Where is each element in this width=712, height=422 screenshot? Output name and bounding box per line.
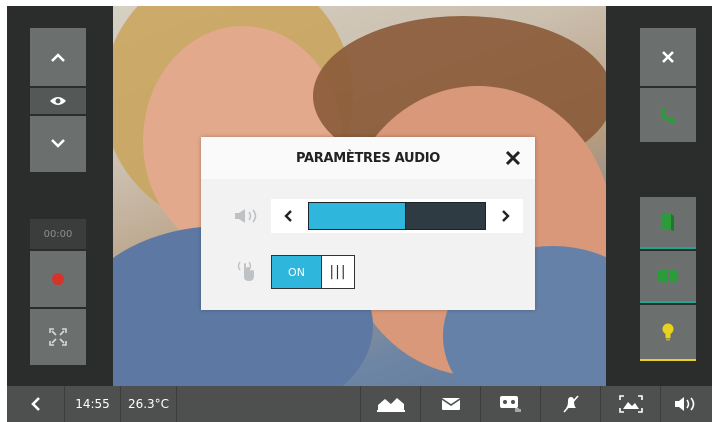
chevron-left-icon — [284, 210, 292, 222]
bottom-bar-spacer — [177, 386, 361, 422]
toggle-handle-grip: ||| — [329, 264, 347, 280]
light-button[interactable] — [640, 305, 696, 361]
record-timer: 00:00 — [30, 219, 86, 249]
camera-down-button[interactable] — [30, 116, 86, 172]
audio-settings-button[interactable] — [661, 386, 711, 422]
toggle-on-label: ON — [288, 265, 305, 279]
gallery-icon — [618, 395, 643, 413]
screen: 00:00 PARAMÈTRES AUDIO ON ||| — [7, 6, 712, 386]
volume-down-button[interactable] — [271, 199, 305, 233]
close-icon[interactable] — [503, 148, 523, 168]
audio-settings-dialog: PARAMÈTRES AUDIO ON ||| — [201, 137, 535, 310]
door-open-button[interactable] — [640, 197, 696, 249]
bottom-bar: 14:55 26.3°C — [7, 386, 712, 422]
camera-up-button[interactable] — [30, 28, 86, 86]
gate-icon — [658, 269, 678, 283]
toggle-on-segment: ON — [272, 256, 322, 288]
answer-call-button[interactable] — [640, 88, 696, 142]
volume-fill — [309, 203, 406, 229]
gate-open-button[interactable] — [640, 251, 696, 303]
key-sound-toggle[interactable]: ON ||| — [271, 255, 355, 289]
speaker-icon — [235, 209, 257, 223]
close-icon — [662, 51, 674, 63]
mute-bell-button[interactable] — [541, 386, 601, 422]
lightbulb-icon — [662, 323, 674, 341]
door-icon — [662, 214, 674, 231]
temperature: 26.3°C — [121, 386, 177, 422]
envelope-icon — [441, 398, 460, 410]
bell-off-icon — [562, 395, 579, 413]
speaker-icon — [675, 397, 695, 411]
voicemail-button[interactable] — [481, 386, 541, 422]
fullscreen-icon — [49, 328, 67, 346]
time-label: 14:55 — [75, 397, 110, 411]
gallery-button[interactable] — [601, 386, 661, 422]
volume-track — [308, 202, 486, 230]
record-dot-icon — [52, 273, 64, 285]
volume-slider[interactable] — [305, 199, 489, 233]
close-call-button[interactable] — [640, 28, 696, 86]
timer-label: 00:00 — [43, 228, 73, 240]
chevron-right-icon — [502, 210, 510, 222]
dialog-title: PARAMÈTRES AUDIO — [295, 150, 441, 166]
record-button[interactable] — [30, 251, 86, 307]
clock: 14:55 — [65, 386, 121, 422]
touch-sound-icon — [237, 261, 254, 281]
chevron-up-icon — [51, 53, 65, 62]
home-automation-button[interactable] — [361, 386, 421, 422]
dialog-header: PARAMÈTRES AUDIO — [201, 137, 535, 179]
home-icon — [376, 398, 405, 412]
phone-icon — [661, 107, 676, 123]
fullscreen-button[interactable] — [30, 309, 86, 365]
messages-button[interactable] — [421, 386, 481, 422]
voicemail-icon — [499, 396, 520, 412]
toggle-handle: ||| — [322, 256, 354, 288]
temperature-label: 26.3°C — [127, 397, 170, 411]
chevron-down-icon — [51, 139, 65, 148]
volume-up-button[interactable] — [489, 199, 523, 233]
chevron-left-icon — [30, 397, 40, 411]
back-button[interactable] — [7, 386, 65, 422]
eye-icon — [50, 97, 66, 105]
eye-toggle[interactable] — [30, 88, 86, 114]
